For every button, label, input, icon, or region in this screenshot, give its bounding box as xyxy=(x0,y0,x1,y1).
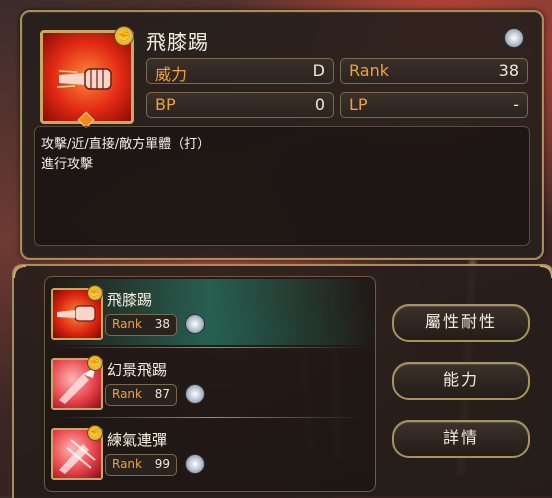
skill-list-name: 飛膝踢 xyxy=(107,291,153,309)
skill-name: 飛膝踢 xyxy=(146,30,209,54)
kick-attribute-icon: ✊ xyxy=(87,355,103,371)
rank-label: Rank xyxy=(349,61,389,80)
skill-list-name: 幻景飛踢 xyxy=(107,361,168,379)
kick-attribute-icon: ✊ xyxy=(87,425,103,441)
skill-rank-pill: Rank 87 xyxy=(105,384,177,406)
lp-label: LP xyxy=(349,95,368,114)
power-label: 威力 xyxy=(155,65,188,84)
description-line: 攻擊/近/直接/敵方單體（打） xyxy=(41,137,211,152)
rank-gem-icon xyxy=(185,384,205,404)
skill-rank-pill: Rank 38 xyxy=(105,314,177,336)
ability-button[interactable]: 能力 xyxy=(392,362,530,400)
rank-label: Rank xyxy=(112,317,142,331)
fist-attribute-icon: ✊ xyxy=(114,26,134,46)
details-button[interactable]: 詳情 xyxy=(392,420,530,458)
row-divider xyxy=(55,417,365,418)
skill-list: ✊ 飛膝踢 Rank 38 ✊ 幻景飛踢 Rank 87 ✊ 練氣連彈 Rank… xyxy=(44,276,376,492)
bp-label: BP xyxy=(155,95,176,114)
rank-value: 87 xyxy=(154,387,170,401)
rank-stat: Rank 38 xyxy=(340,58,528,84)
skill-selection-panel: ✊ 飛膝踢 Rank 38 ✊ 幻景飛踢 Rank 87 ✊ 練氣連彈 Rank… xyxy=(12,264,552,498)
skill-list-name: 練氣連彈 xyxy=(107,431,168,449)
skill-description: 攻擊/近/直接/敵方單體（打） 進行攻擊 xyxy=(34,126,530,246)
row-divider xyxy=(55,347,365,348)
skill-rank-pill: Rank 99 xyxy=(105,454,177,476)
description-line: 進行攻擊 xyxy=(41,157,94,172)
skill-detail-panel: ✊ 飛膝踢 威力 D Rank 38 BP 0 LP - 攻擊/近/直接/敵方單… xyxy=(20,10,544,260)
fist-icon xyxy=(57,68,112,90)
skill-list-item[interactable]: ✊ 練氣連彈 Rank 99 xyxy=(45,419,375,485)
skill-list-item[interactable]: ✊ 飛膝踢 Rank 38 xyxy=(45,279,375,345)
skill-list-item[interactable]: ✊ 幻景飛踢 Rank 87 xyxy=(45,349,375,415)
rank-gem-icon xyxy=(185,314,205,334)
power-stat: 威力 D xyxy=(146,58,334,84)
rank-label: Rank xyxy=(112,457,142,471)
rank-value: 99 xyxy=(154,457,170,471)
fist-attribute-icon: ✊ xyxy=(87,285,103,301)
bp-value: 0 xyxy=(314,95,325,114)
corner-ornament-icon xyxy=(539,265,552,279)
resistance-button[interactable]: 屬性耐性 xyxy=(392,304,530,342)
lp-stat: LP - xyxy=(340,92,528,118)
corner-ornament-icon xyxy=(13,265,27,279)
rank-gem-icon xyxy=(185,454,205,474)
rank-label: Rank xyxy=(112,387,142,401)
bp-stat: BP 0 xyxy=(146,92,334,118)
rank-value: 38 xyxy=(498,61,519,80)
lp-value: - xyxy=(513,95,519,114)
rank-value: 38 xyxy=(154,317,170,331)
rank-gem-icon xyxy=(504,28,524,48)
power-value: D xyxy=(312,61,325,80)
